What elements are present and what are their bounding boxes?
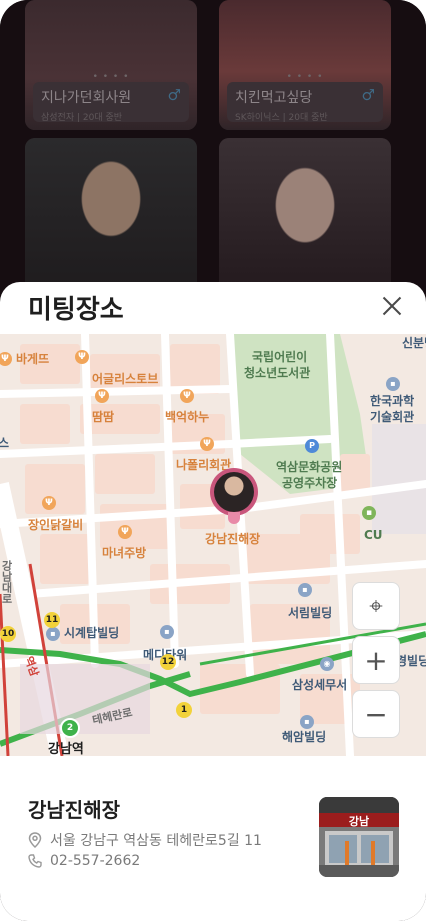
road-label: 강남대로 xyxy=(0,560,13,604)
fork-knife-icon: Ψ xyxy=(0,351,12,366)
poi-restaurant[interactable]: 백억하누 xyxy=(165,408,209,425)
map-label: ▪ xyxy=(298,582,316,597)
store-icon: ▪ xyxy=(362,506,376,520)
map-label: 기술회관 xyxy=(370,410,415,424)
profile-name: 치킨먹고싶당 xyxy=(235,90,313,106)
map-label: ▪ xyxy=(386,376,404,391)
fork-knife-icon: Ψ xyxy=(200,437,214,451)
subway-exit-badge: 1 xyxy=(176,702,192,718)
map-label: 역삼문화공원 xyxy=(276,460,343,474)
building-icon: ▪ xyxy=(300,714,314,729)
fork-knife-icon: Ψ xyxy=(95,389,109,403)
minus-icon: − xyxy=(364,697,388,731)
map-view[interactable]: Ψ 바게뜨 Ψ 어글리스토브 Ψ 땀땀 Ψ 백억하누 Ψ 나폴리회관 Ψ 장인닭갈… xyxy=(0,334,426,756)
building-icon: ▪ xyxy=(298,582,312,597)
marker-label: 강남진해장 xyxy=(205,532,261,546)
subway-exit-badge: 12 xyxy=(160,654,176,670)
map-label: ◉ xyxy=(320,656,338,671)
app-screen: • • • • 지나가던회사원 삼성전자 | 20대 중반 ♂ • • • • … xyxy=(0,0,426,921)
background-profile-grid: • • • • 지나가던회사원 삼성전자 | 20대 중반 ♂ • • • • … xyxy=(0,0,426,300)
map-label: ▪ xyxy=(160,624,178,639)
profile-card[interactable]: • • • • 지나가던회사원 삼성전자 | 20대 중반 ♂ xyxy=(25,0,197,130)
marker-pin-tail xyxy=(228,512,240,524)
place-phone: 02-557-2662 xyxy=(50,853,141,869)
place-name: 강남진해장 xyxy=(28,798,120,822)
building-icon: ▪ xyxy=(46,626,60,641)
fork-knife-icon: Ψ xyxy=(42,496,56,510)
poi-convenience-store[interactable]: ▪ xyxy=(362,506,376,520)
map-label: 스 xyxy=(0,436,10,450)
profile-card[interactable] xyxy=(219,138,391,298)
station-label: 강남역 xyxy=(48,742,84,756)
poi-restaurant[interactable]: Ψ xyxy=(200,437,214,451)
location-pin-icon xyxy=(28,832,42,848)
map-label: 청소년도서관 xyxy=(244,366,311,380)
photo-pager-dots: • • • • xyxy=(92,72,130,82)
phone-icon xyxy=(28,854,42,868)
poi-restaurant[interactable]: Ψ xyxy=(180,389,194,403)
zoom-out-button[interactable]: − xyxy=(352,690,400,738)
profile-info: 지나가던회사원 삼성전자 | 20대 중반 ♂ xyxy=(33,82,189,123)
male-icon: ♂ xyxy=(167,86,181,104)
profile-meta: 삼성전자 | 20대 중반 xyxy=(41,113,123,123)
photo-pager-dots: • • • • xyxy=(286,72,324,82)
fork-knife-icon: Ψ xyxy=(180,389,194,403)
map-label: 한국과학 xyxy=(370,394,415,408)
landmark-icon: ◉ xyxy=(320,656,334,671)
map-label: 서림빌딩 xyxy=(288,606,333,620)
meeting-place-sheet: 미팅장소 Ψ 바게뜨 Ψ 어글리스토브 Ψ 땀땀 Ψ 백억하누 Ψ 나폴리회관 … xyxy=(0,282,426,921)
sheet-title: 미팅장소 xyxy=(28,295,124,325)
map-label: 해암빌딩 xyxy=(282,730,327,744)
close-icon[interactable] xyxy=(380,294,404,318)
place-phone-row[interactable]: 02-557-2662 xyxy=(28,853,140,869)
map-label: 삼성세무서 xyxy=(292,678,348,692)
map-label: ▪ 시계탑빌딩 xyxy=(46,624,119,641)
poi-restaurant[interactable]: 마녀주방 xyxy=(102,544,146,561)
marker-avatar-ring xyxy=(210,468,258,516)
place-address-row: 서울 강남구 역삼동 테헤란로5길 11 xyxy=(28,830,262,850)
poi-restaurant[interactable]: 장인닭갈비 xyxy=(28,516,83,533)
building-icon: ▪ xyxy=(160,624,174,639)
map-label: 공영주차장 xyxy=(282,476,338,490)
poi-restaurant[interactable]: Ψ xyxy=(95,389,109,403)
place-thumbnail[interactable]: 강남 xyxy=(319,797,399,877)
parking-label: P xyxy=(305,438,323,453)
fork-knife-icon: Ψ xyxy=(118,525,132,539)
crosshair-icon: ⌖ xyxy=(369,592,383,620)
thumbnail-sign-text: 강남 xyxy=(348,815,370,828)
avatar xyxy=(214,472,254,512)
subway-line-badge: 2 xyxy=(60,718,80,738)
locate-button[interactable]: ⌖ xyxy=(352,582,400,630)
subway-exit-badge: 11 xyxy=(44,612,60,628)
poi-restaurant[interactable]: 어글리스토브 xyxy=(92,370,158,387)
map-label: 경빌딩 xyxy=(396,654,426,668)
profile-card[interactable] xyxy=(25,138,197,298)
poi-restaurant[interactable]: Ψ xyxy=(75,350,89,364)
storefront-image xyxy=(319,797,399,877)
profile-meta: SK하이닉스 | 20대 중반 xyxy=(235,113,328,123)
zoom-in-button[interactable]: + xyxy=(352,636,400,684)
poi-restaurant[interactable]: Ψ 바게뜨 xyxy=(0,350,49,367)
map-label: ▪ xyxy=(300,714,318,729)
poi-restaurant[interactable]: Ψ xyxy=(42,496,56,510)
poi-restaurant[interactable]: 땀땀 xyxy=(92,408,114,425)
building-icon: ▪ xyxy=(386,376,400,391)
place-address: 서울 강남구 역삼동 테헤란로5길 11 xyxy=(50,833,262,849)
fork-knife-icon: Ψ xyxy=(75,350,89,364)
map-label: 신분당선 xyxy=(402,336,426,350)
map-label: 국립어린이 xyxy=(252,350,308,364)
plus-icon: + xyxy=(364,643,388,677)
meeting-place-marker[interactable] xyxy=(210,468,258,530)
parking-icon: P xyxy=(305,438,319,453)
subway-exit-badge: 10 xyxy=(0,626,16,642)
poi-restaurant[interactable]: Ψ xyxy=(118,525,132,539)
profile-card[interactable]: • • • • 치킨먹고싶당 SK하이닉스 | 20대 중반 ♂ xyxy=(219,0,391,130)
profile-name: 지나가던회사원 xyxy=(41,90,132,106)
poi-label: CU xyxy=(364,528,383,542)
profile-info: 치킨먹고싶당 SK하이닉스 | 20대 중반 ♂ xyxy=(227,82,383,123)
male-icon: ♂ xyxy=(361,86,375,104)
